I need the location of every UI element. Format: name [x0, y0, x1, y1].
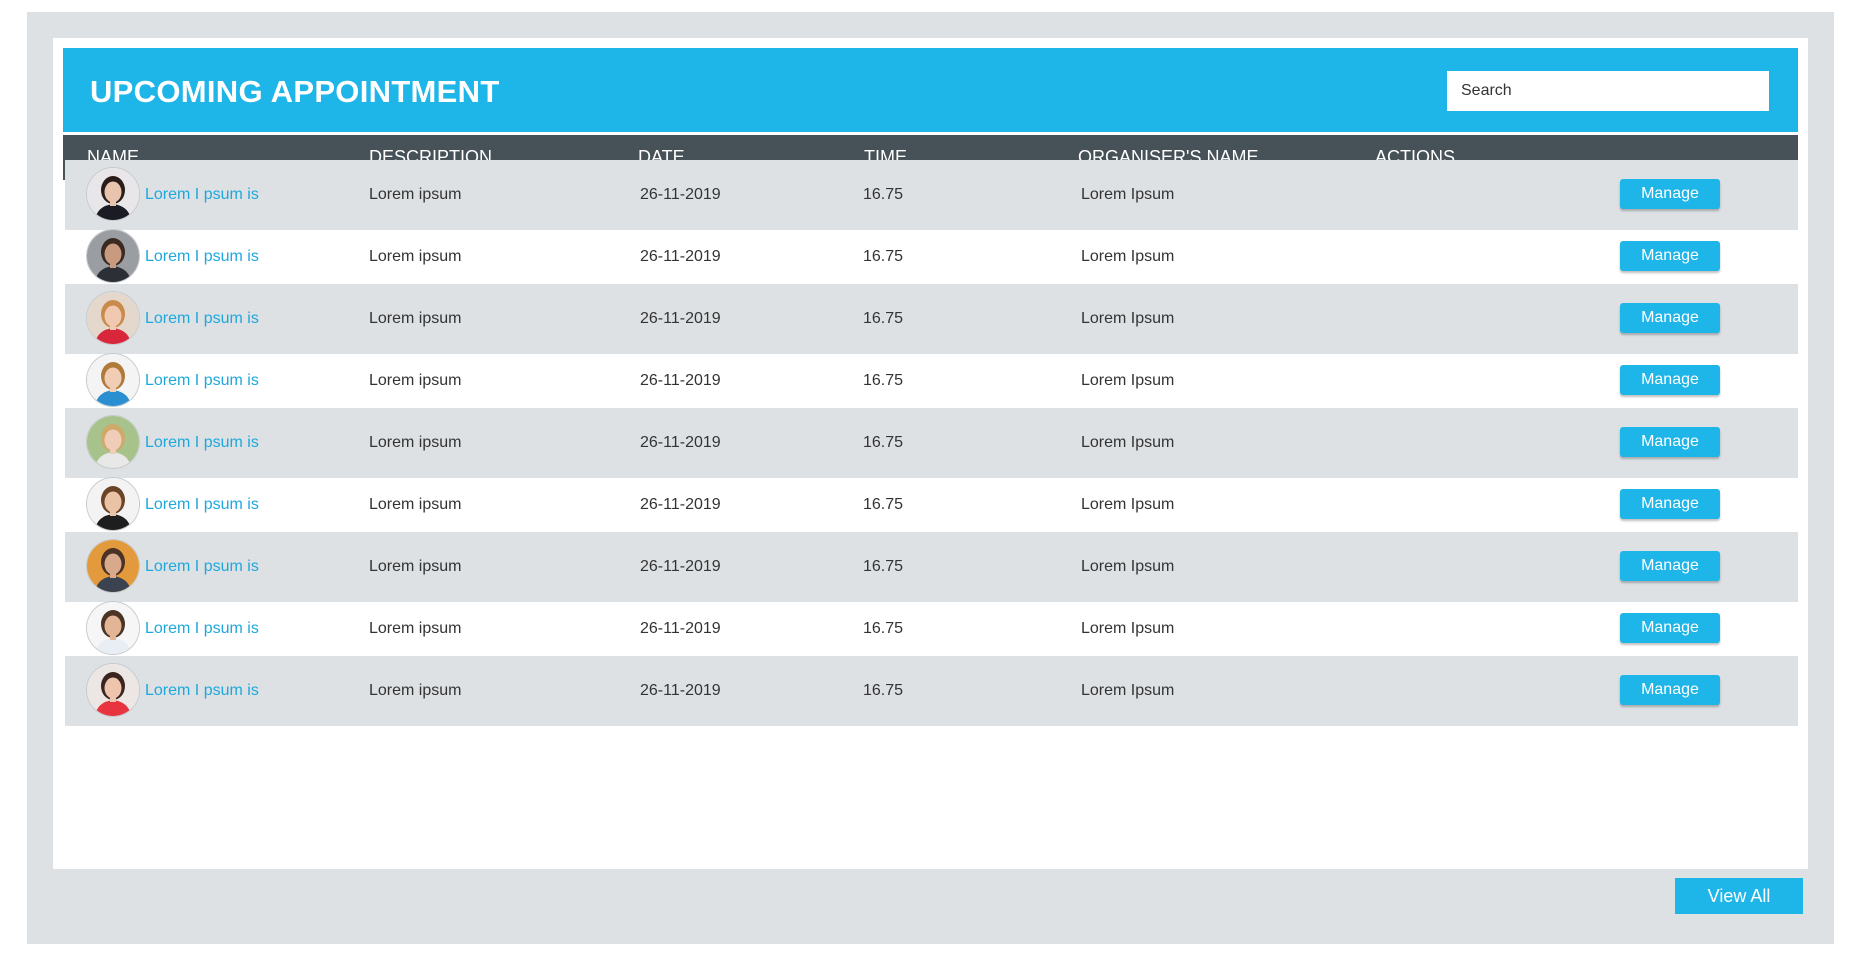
appointment-time: 16.75 [863, 372, 904, 389]
appointment-date: 26-11-2019 [640, 558, 721, 575]
appointment-description: Lorem ipsum [369, 372, 462, 389]
appointment-name-link[interactable]: Lorem I psum is [145, 656, 259, 726]
appointment-date: 26-11-2019 [640, 434, 721, 451]
manage-button[interactable]: Manage [1620, 241, 1720, 271]
appointment-name-link[interactable]: Lorem I psum is [145, 160, 259, 230]
man-smiling-avatar [87, 602, 139, 654]
appointment-date: 26-11-2019 [640, 496, 721, 513]
view-all-button[interactable]: View All [1675, 878, 1803, 914]
manage-button[interactable]: Manage [1620, 303, 1720, 333]
appointments-card: UPCOMING APPOINTMENT NAME DESCRIPTION DA… [53, 38, 1808, 869]
appointment-description: Lorem ipsum [369, 558, 462, 575]
manage-button[interactable]: Manage [1620, 613, 1720, 643]
table-row: Lorem I psum is Lorem ipsum 26-11-2019 16.7… [65, 222, 1798, 292]
table-row: Lorem I psum is Lorem ipsum 26-11-2019 16.7… [65, 532, 1798, 602]
blonde-woman-avatar [87, 292, 139, 344]
appointment-time: 16.75 [863, 248, 904, 265]
manage-button[interactable]: Manage [1620, 179, 1720, 209]
woman-outdoor-avatar [87, 416, 139, 468]
appointment-organiser: Lorem Ipsum [1081, 248, 1175, 265]
manage-button[interactable]: Manage [1620, 551, 1720, 581]
appointment-time: 16.75 [863, 496, 904, 513]
woman-smiling-avatar [87, 354, 139, 406]
table-row: Lorem I psum is Lorem ipsum 26-11-2019 16.7… [65, 284, 1798, 354]
appointment-time: 16.75 [863, 310, 904, 327]
man-glasses-avatar [87, 540, 139, 592]
table-row: Lorem I psum is Lorem ipsum 26-11-2019 16.7… [65, 470, 1798, 540]
table-row: Lorem I psum is Lorem ipsum 26-11-2019 16.7… [65, 594, 1798, 664]
appointment-name-link[interactable]: Lorem I psum is [145, 594, 259, 664]
woman-brown-hair-avatar [87, 478, 139, 530]
appointment-description: Lorem ipsum [369, 248, 462, 265]
appointment-name-link[interactable]: Lorem I psum is [145, 408, 259, 478]
appointment-organiser: Lorem Ipsum [1081, 372, 1175, 389]
appointment-description: Lorem ipsum [369, 186, 462, 203]
appointment-description: Lorem ipsum [369, 496, 462, 513]
card-header: UPCOMING APPOINTMENT [63, 48, 1798, 132]
search-input[interactable] [1447, 71, 1769, 111]
appointment-organiser: Lorem Ipsum [1081, 558, 1175, 575]
appointment-time: 16.75 [863, 434, 904, 451]
manage-button[interactable]: Manage [1620, 365, 1720, 395]
appointment-organiser: Lorem Ipsum [1081, 620, 1175, 637]
bearded-man-avatar [87, 230, 139, 282]
woman-red-shirt-avatar [87, 664, 139, 716]
appointment-name-link[interactable]: Lorem I psum is [145, 346, 259, 416]
appointment-date: 26-11-2019 [640, 620, 721, 637]
appointment-description: Lorem ipsum [369, 310, 462, 327]
appointment-name-link[interactable]: Lorem I psum is [145, 222, 259, 292]
appointment-organiser: Lorem Ipsum [1081, 496, 1175, 513]
appointment-organiser: Lorem Ipsum [1081, 682, 1175, 699]
appointment-date: 26-11-2019 [640, 310, 721, 327]
appointment-date: 26-11-2019 [640, 186, 721, 203]
table-row: Lorem I psum is Lorem ipsum 26-11-2019 16.7… [65, 346, 1798, 416]
appointment-name-link[interactable]: Lorem I psum is [145, 284, 259, 354]
manage-button[interactable]: Manage [1620, 675, 1720, 705]
woman-dark-hair-avatar [87, 168, 139, 220]
appointment-date: 26-11-2019 [640, 248, 721, 265]
table-row: Lorem I psum is Lorem ipsum 26-11-2019 16.7… [65, 656, 1798, 726]
appointment-description: Lorem ipsum [369, 682, 462, 699]
appointment-name-link[interactable]: Lorem I psum is [145, 532, 259, 602]
appointment-time: 16.75 [863, 558, 904, 575]
page-title: UPCOMING APPOINTMENT [90, 74, 500, 109]
appointment-date: 26-11-2019 [640, 682, 721, 699]
table-row: Lorem I psum is Lorem ipsum 26-11-2019 16.7… [65, 408, 1798, 478]
appointment-description: Lorem ipsum [369, 620, 462, 637]
appointment-time: 16.75 [863, 682, 904, 699]
appointment-description: Lorem ipsum [369, 434, 462, 451]
appointment-organiser: Lorem Ipsum [1081, 310, 1175, 327]
appointment-time: 16.75 [863, 186, 904, 203]
table-row: Lorem I psum is Lorem ipsum 26-11-2019 16.7… [65, 160, 1798, 230]
manage-button[interactable]: Manage [1620, 489, 1720, 519]
appointment-time: 16.75 [863, 620, 904, 637]
appointment-organiser: Lorem Ipsum [1081, 186, 1175, 203]
manage-button[interactable]: Manage [1620, 427, 1720, 457]
appointment-name-link[interactable]: Lorem I psum is [145, 470, 259, 540]
appointment-organiser: Lorem Ipsum [1081, 434, 1175, 451]
appointment-date: 26-11-2019 [640, 372, 721, 389]
page-background: UPCOMING APPOINTMENT NAME DESCRIPTION DA… [27, 12, 1834, 944]
